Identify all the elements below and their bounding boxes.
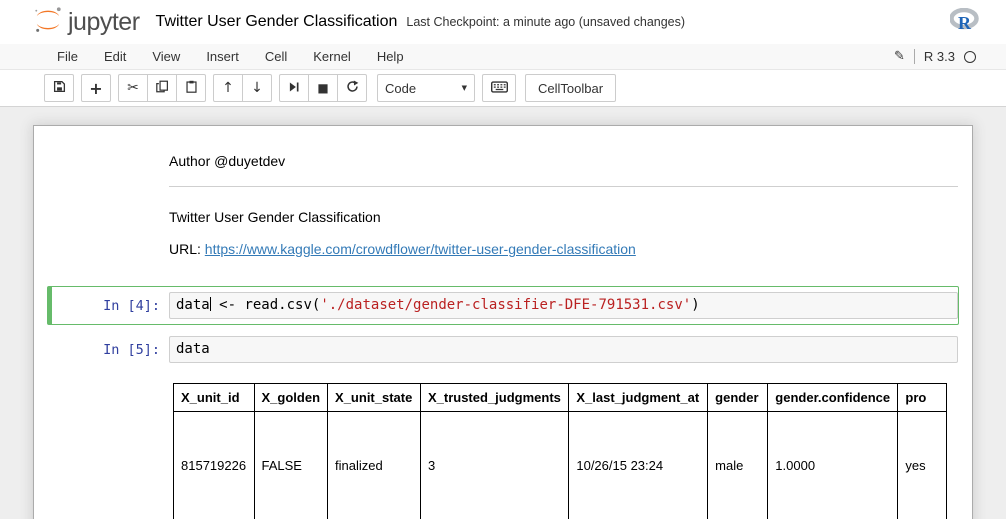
move-cell-down-button[interactable]: ↓ [242, 74, 272, 102]
code-cell-5[interactable]: In [5]: data [47, 330, 959, 369]
run-button-group: ■ [279, 74, 367, 102]
menubar-right-indicators: ✎ R 3.3 [894, 49, 976, 64]
svg-text:R: R [958, 13, 972, 32]
code-input-5[interactable]: data [169, 336, 958, 363]
edit-button-group: ✂ [118, 74, 206, 102]
output-table-row: 815719226FALSEfinalized310/26/15 23:24ma… [174, 412, 947, 519]
output-table-header-cell: X_last_judgment_at [569, 384, 708, 412]
notebook-panel: Author @duyetdev Twitter User Gender Cla… [33, 125, 973, 519]
code-token-variable: data [176, 297, 210, 313]
code-token-function: read.csv [244, 297, 311, 313]
output-table-cell: finalized [328, 412, 421, 519]
cell-type-value: Code [385, 81, 416, 96]
menu-help[interactable]: Help [364, 44, 417, 69]
cell-type-dropdown[interactable]: Code ▼ [377, 74, 475, 102]
markdown-prompt [52, 146, 169, 275]
output-prompt [52, 377, 169, 519]
kaggle-dataset-link[interactable]: https://www.kaggle.com/crowdflower/twitt… [205, 241, 636, 257]
output-table-cell: 10/26/15 23:24 [569, 412, 708, 519]
jupyter-logo[interactable]: jupyter [33, 5, 140, 40]
output-cell: X_unit_idX_goldenX_unit_stateX_trusted_j… [47, 371, 959, 519]
run-icon [288, 81, 300, 96]
output-table-header-cell: gender.confidence [768, 384, 898, 412]
command-palette-button[interactable] [482, 74, 516, 102]
keyboard-icon [491, 81, 508, 96]
celltoolbar-button[interactable]: CellToolbar [525, 74, 616, 102]
move-cell-up-button[interactable]: ↑ [213, 74, 243, 102]
output-area: X_unit_idX_goldenX_unit_stateX_trusted_j… [169, 377, 947, 519]
notebook-container: Author @duyetdev Twitter User Gender Cla… [0, 107, 1006, 519]
notebook-title[interactable]: Twitter User Gender Classification [156, 13, 398, 31]
move-button-group: ↑ ↓ [213, 74, 272, 102]
output-table-cell: yes [898, 412, 947, 519]
save-button[interactable] [44, 74, 74, 102]
jupyter-logo-text: jupyter [68, 8, 140, 37]
horizontal-rule [169, 186, 958, 187]
kernel-name-label: R 3.3 [924, 49, 955, 64]
markdown-rendered: Author @duyetdev Twitter User Gender Cla… [169, 146, 958, 275]
checkpoint-status: Last Checkpoint: a minute ago (unsaved c… [406, 15, 685, 29]
r-kernel-logo-icon: R [950, 8, 980, 37]
input-prompt: In [5]: [52, 336, 169, 363]
stop-icon: ■ [317, 81, 328, 95]
copy-icon [156, 80, 169, 96]
output-table-cell: male [708, 412, 768, 519]
output-table-header-cell: X_unit_state [328, 384, 421, 412]
paste-cell-button[interactable] [176, 74, 206, 102]
output-table-body: 815719226FALSEfinalized310/26/15 23:24ma… [174, 412, 947, 519]
menu-insert[interactable]: Insert [193, 44, 252, 69]
menu-view[interactable]: View [139, 44, 193, 69]
code-token-variable: data [176, 341, 210, 357]
output-table-cell: FALSE [254, 412, 328, 519]
kernel-idle-indicator-icon [964, 51, 976, 63]
url-prefix: URL: [169, 241, 205, 257]
output-table-header-cell: X_golden [254, 384, 328, 412]
cut-cell-button[interactable]: ✂ [118, 74, 148, 102]
notebook-toolbar: + ✂ ↑ ↓ [0, 70, 1006, 107]
dataframe-table: X_unit_idX_goldenX_unit_stateX_trusted_j… [173, 383, 947, 519]
clipboard-icon [185, 80, 198, 96]
output-table-head-row: X_unit_idX_goldenX_unit_stateX_trusted_j… [174, 384, 947, 412]
output-table-cell: 815719226 [174, 412, 255, 519]
menu-file[interactable]: File [44, 44, 91, 69]
arrow-up-icon: ↑ [222, 80, 234, 96]
restart-kernel-button[interactable] [337, 74, 367, 102]
celltoolbar-label: CellToolbar [538, 81, 603, 96]
output-table-header-cell: gender [708, 384, 768, 412]
menu-bar: File Edit View Insert Cell Kernel Help ✎… [0, 44, 1006, 70]
arrow-down-icon: ↓ [251, 80, 263, 96]
author-text: Author @duyetdev [169, 153, 958, 170]
output-table-header-cell: X_trusted_judgments [420, 384, 568, 412]
edit-mode-pencil-icon: ✎ [894, 49, 905, 64]
run-cell-button[interactable] [279, 74, 309, 102]
output-table-header-cell: X_unit_id [174, 384, 255, 412]
chevron-down-icon: ▼ [462, 84, 467, 92]
markdown-cell[interactable]: Author @duyetdev Twitter User Gender Cla… [47, 140, 959, 281]
floppy-icon [53, 80, 66, 96]
menu-edit[interactable]: Edit [91, 44, 139, 69]
jupyter-notebook-app: jupyter Twitter User Gender Classificati… [0, 0, 1006, 519]
menu-cell[interactable]: Cell [252, 44, 300, 69]
output-table-cell: 3 [420, 412, 568, 519]
code-token-paren: ) [691, 297, 699, 313]
interrupt-kernel-button[interactable]: ■ [308, 74, 338, 102]
input-prompt: In [4]: [52, 292, 169, 319]
plus-icon: + [89, 79, 102, 98]
header-bar: jupyter Twitter User Gender Classificati… [0, 0, 1006, 44]
code-token-operator: <- [211, 297, 245, 313]
copy-cell-button[interactable] [147, 74, 177, 102]
code-cell-4[interactable]: In [4]: data <- read.csv('./dataset/gend… [47, 286, 959, 325]
insert-cell-below-button[interactable]: + [81, 74, 111, 102]
url-line: URL: https://www.kaggle.com/crowdflower/… [169, 241, 958, 258]
divider [914, 49, 915, 64]
output-table-header-cell: pro [898, 384, 947, 412]
refresh-icon [346, 80, 359, 96]
menu-kernel[interactable]: Kernel [300, 44, 364, 69]
scissors-icon: ✂ [127, 80, 139, 96]
notebook-heading-text: Twitter User Gender Classification [169, 209, 958, 226]
jupyter-planet-icon [33, 5, 63, 40]
code-input-4[interactable]: data <- read.csv('./dataset/gender-class… [169, 292, 958, 319]
code-token-string: './dataset/gender-classifier-DFE-791531.… [320, 297, 691, 313]
output-table-cell: 1.0000 [768, 412, 898, 519]
